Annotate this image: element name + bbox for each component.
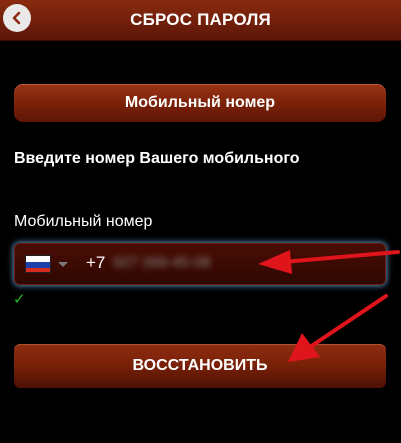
page-title: СБРОС ПАРОЛЯ (130, 10, 271, 29)
instruction-text: Введите номер Вашего мобильного (14, 150, 300, 167)
mobile-number-tab[interactable]: Мобильный номер (14, 84, 386, 122)
phone-field-label: Мобильный номер (14, 213, 153, 230)
phone-input[interactable]: +7 927 266-45-08 (14, 243, 386, 285)
russia-flag-icon (25, 255, 51, 273)
phone-number-value[interactable]: 927 266-45-08 (113, 254, 233, 271)
valid-check-icon: ✓ (13, 291, 26, 308)
chevron-down-icon (58, 262, 68, 267)
header-bar: СБРОС ПАРОЛЯ (0, 0, 401, 41)
country-select[interactable] (25, 255, 75, 273)
dial-code: +7 (86, 253, 106, 272)
password-reset-screen: СБРОС ПАРОЛЯ Мобильный номер Введите ном… (0, 0, 401, 443)
restore-button[interactable]: ВОССТАНОВИТЬ (14, 344, 386, 388)
